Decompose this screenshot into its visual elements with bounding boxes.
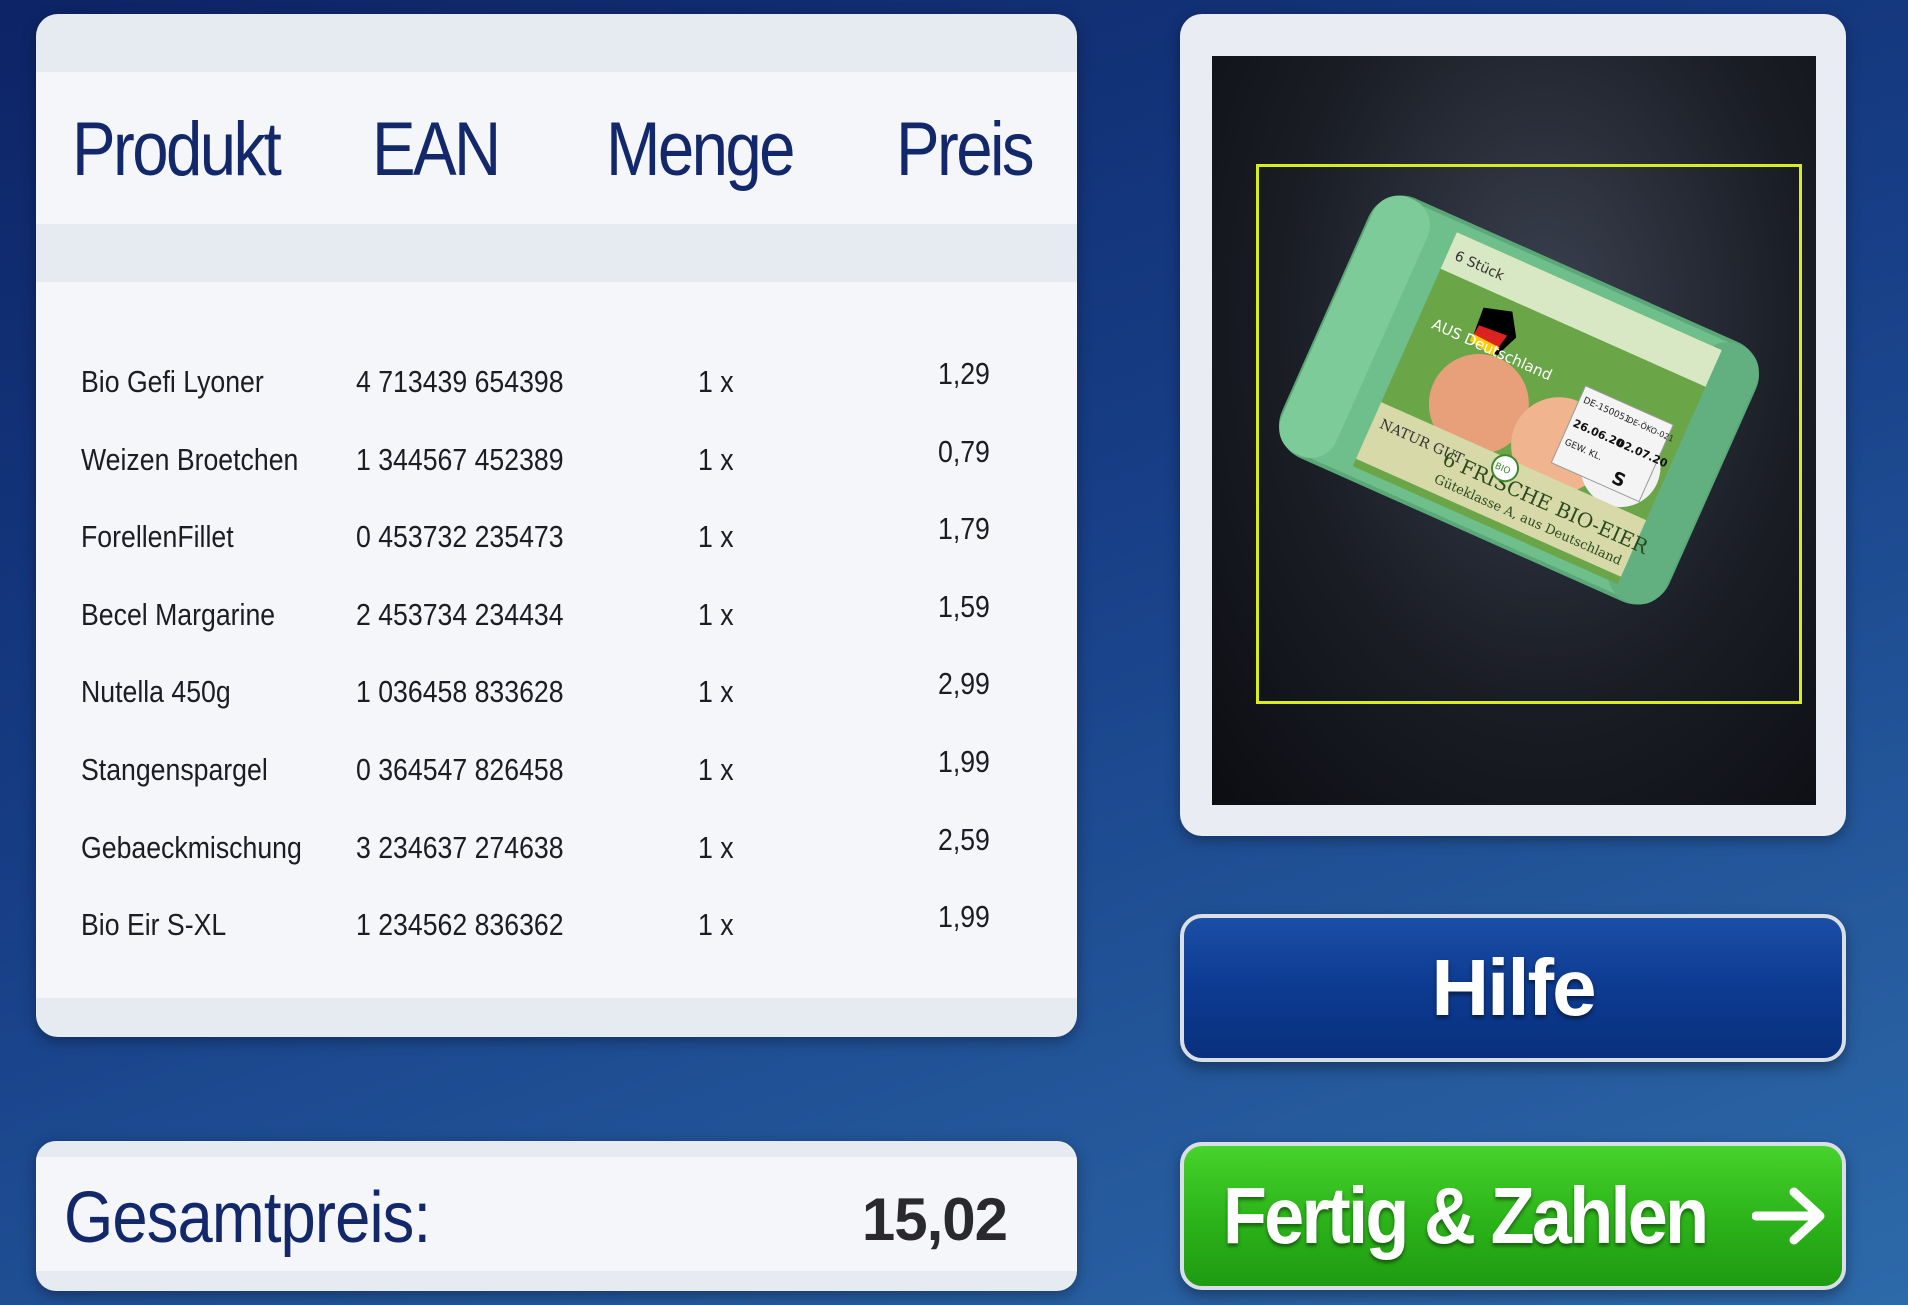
header-product: Produkt — [72, 107, 282, 192]
total-panel: Gesamtpreis: 15,02 — [36, 1141, 1077, 1291]
product-price: 2,99 — [938, 666, 990, 701]
product-quantity: 1 x — [698, 442, 734, 477]
header-quantity: Menge — [606, 107, 796, 192]
header-price: Preis — [896, 107, 1035, 192]
product-name: Bio Gefi Lyoner — [81, 364, 264, 399]
pay-button-label: Fertig & Zahlen — [1223, 1171, 1709, 1260]
product-quantity: 1 x — [698, 752, 734, 787]
scan-preview-panel: 6 Stück AUS Deutschland NATUR GUT 6 FRIS… — [1180, 14, 1846, 836]
total-label: Gesamtpreis: — [64, 1178, 431, 1258]
product-quantity: 1 x — [698, 907, 734, 942]
table-row: Becel Margarine 2 453734 234434 1 x 1,59 — [36, 585, 1077, 645]
table-row: Gebaeckmischung 3 234637 274638 1 x 2,59 — [36, 818, 1077, 878]
product-price: 2,59 — [938, 822, 990, 857]
scan-detection-frame — [1256, 164, 1802, 704]
product-table-panel: Produkt EAN Menge Preis Bio Gefi Lyoner … — [36, 14, 1077, 1037]
scan-camera-view: 6 Stück AUS Deutschland NATUR GUT 6 FRIS… — [1212, 56, 1816, 805]
total-value: 15,02 — [861, 1186, 1008, 1253]
finish-and-pay-button[interactable]: Fertig & Zahlen — [1180, 1142, 1846, 1290]
product-name: Stangenspargel — [81, 752, 268, 787]
product-price: 1,59 — [938, 589, 990, 624]
product-name: Becel Margarine — [81, 597, 276, 632]
table-row: ForellenFillet 0 453732 235473 1 x 1,79 — [36, 507, 1077, 567]
arrow-right-icon — [1751, 1187, 1825, 1245]
product-name: Weizen Broetchen — [81, 442, 299, 477]
help-button[interactable]: Hilfe — [1180, 914, 1846, 1062]
product-ean: 2 453734 234434 — [356, 597, 564, 632]
total-row: Gesamtpreis: 15,02 — [36, 1157, 1077, 1271]
product-ean: 3 234637 274638 — [356, 830, 564, 865]
table-row: Bio Gefi Lyoner 4 713439 654398 1 x 1,29 — [36, 352, 1077, 412]
product-ean: 1 234562 836362 — [356, 907, 564, 942]
help-button-label: Hilfe — [1431, 943, 1596, 1032]
product-ean: 1 036458 833628 — [356, 674, 564, 709]
product-quantity: 1 x — [698, 519, 734, 554]
table-body: Bio Gefi Lyoner 4 713439 654398 1 x 1,29… — [36, 282, 1077, 998]
product-ean: 4 713439 654398 — [356, 364, 564, 399]
product-price: 0,79 — [938, 434, 990, 469]
product-quantity: 1 x — [698, 364, 734, 399]
table-row: Stangenspargel 0 364547 826458 1 x 1,99 — [36, 740, 1077, 800]
product-quantity: 1 x — [698, 830, 734, 865]
product-price: 1,79 — [938, 511, 990, 546]
product-ean: 1 344567 452389 — [356, 442, 564, 477]
product-ean: 0 364547 826458 — [356, 752, 564, 787]
product-name: Gebaeckmischung — [81, 830, 302, 865]
product-price: 1,99 — [938, 899, 990, 934]
product-name: ForellenFillet — [81, 519, 234, 554]
product-quantity: 1 x — [698, 597, 734, 632]
product-name: Nutella 450g — [81, 674, 231, 709]
product-price: 1,29 — [938, 356, 990, 391]
product-price: 1,99 — [938, 744, 990, 779]
table-row: Bio Eir S-XL 1 234562 836362 1 x 1,99 — [36, 895, 1077, 955]
product-name: Bio Eir S-XL — [81, 907, 227, 942]
table-row: Nutella 450g 1 036458 833628 1 x 2,99 — [36, 662, 1077, 722]
product-ean: 0 453732 235473 — [356, 519, 564, 554]
product-quantity: 1 x — [698, 674, 734, 709]
table-header: Produkt EAN Menge Preis — [36, 72, 1077, 224]
header-ean: EAN — [372, 107, 501, 192]
table-row: Weizen Broetchen 1 344567 452389 1 x 0,7… — [36, 430, 1077, 490]
